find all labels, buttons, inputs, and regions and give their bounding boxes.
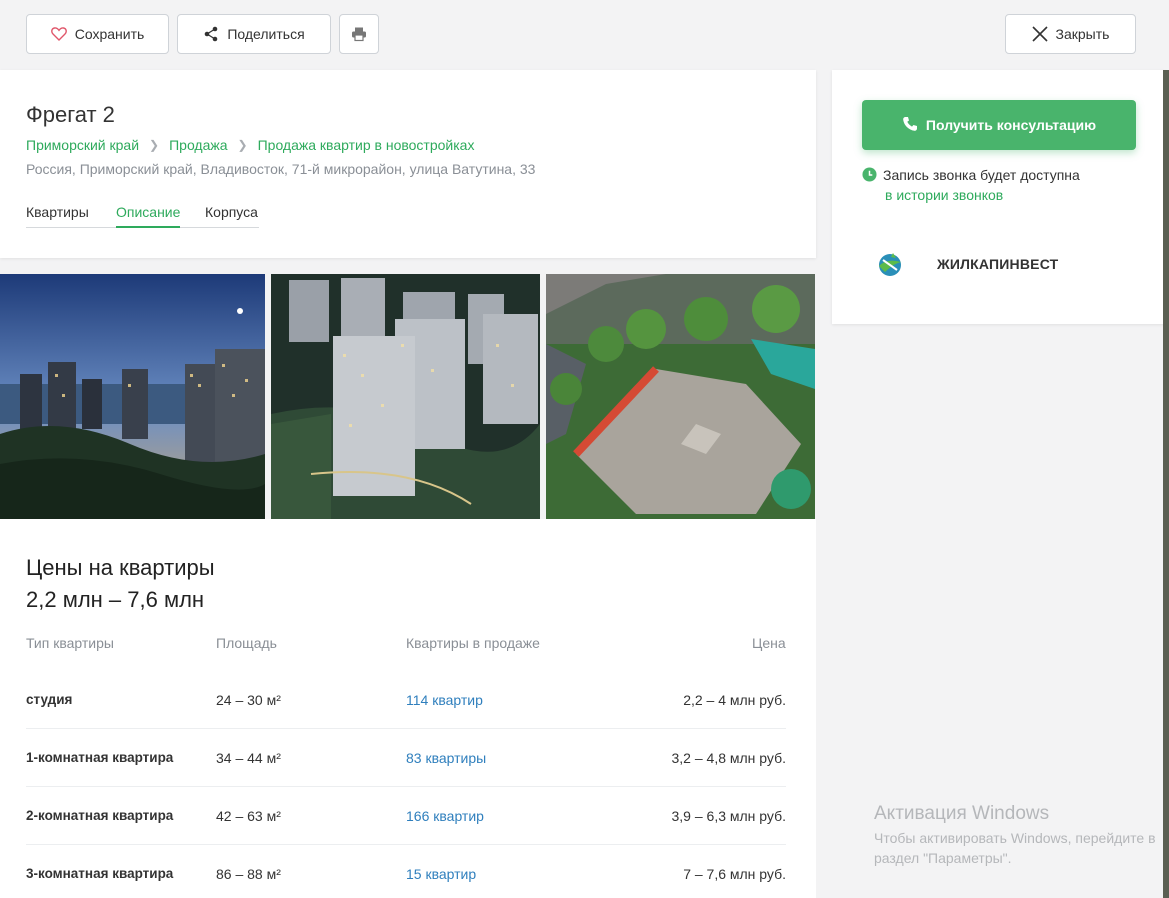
row-type: 1-комнатная квартира: [26, 750, 174, 765]
prices-heading: Цены на квартиры 2,2 млн – 7,6 млн: [26, 552, 215, 616]
background-edge: [1163, 70, 1169, 898]
page-title: Фрегат 2: [26, 102, 115, 127]
row-price: 7 – 7,6 млн руб.: [683, 866, 786, 882]
developer-name[interactable]: ЖИЛКАПИНВЕСТ: [937, 256, 1058, 272]
column-header-type: Тип квартиры: [26, 635, 114, 651]
tab-buildings[interactable]: Корпуса: [205, 204, 258, 228]
row-count-link[interactable]: 166 квартир: [406, 808, 484, 824]
save-label: Сохранить: [74, 26, 145, 42]
heart-icon: [50, 27, 67, 41]
row-type: 2-комнатная квартира: [26, 808, 174, 823]
table-row: студия 24 – 30 м² 114 квартир 2,2 – 4 мл…: [26, 671, 786, 729]
breadcrumb-sale[interactable]: Продажа: [169, 137, 227, 153]
consultation-label: Получить консультацию: [925, 117, 1097, 133]
get-consultation-button[interactable]: Получить консультацию: [862, 100, 1136, 150]
tab-apartments[interactable]: Квартиры: [26, 204, 89, 228]
chevron-right-icon: ❯: [237, 138, 248, 152]
close-icon: [1031, 26, 1048, 42]
tab-description[interactable]: Описание: [116, 204, 181, 228]
share-icon: [203, 26, 219, 42]
save-button[interactable]: Сохранить: [26, 14, 169, 54]
column-header-count: Квартиры в продаже: [406, 635, 540, 651]
row-count-link[interactable]: 15 квартир: [406, 866, 476, 882]
row-count-link[interactable]: 83 квартиры: [406, 750, 486, 766]
table-row: 3-комнатная квартира 86 – 88 м² 15 кварт…: [26, 845, 786, 898]
printer-icon: [351, 26, 367, 42]
share-label: Поделиться: [227, 26, 305, 42]
tab-bar: Квартиры Описание Корпуса: [26, 204, 259, 228]
breadcrumb-region[interactable]: Приморский край: [26, 137, 139, 153]
column-header-price: Цена: [752, 635, 786, 651]
row-area: 24 – 30 м²: [216, 692, 281, 708]
close-button[interactable]: Закрыть: [1005, 14, 1136, 54]
row-price: 2,2 – 4 млн руб.: [683, 692, 786, 708]
photo-towers-aerial[interactable]: [271, 274, 540, 519]
photo-sports-ground[interactable]: [546, 274, 815, 519]
row-count-link[interactable]: 114 квартир: [406, 692, 483, 708]
prices-heading-text: Цены на квартиры: [26, 555, 215, 580]
developer-logo: [875, 250, 905, 280]
call-record-note: Запись звонка будет доступна: [862, 167, 1080, 185]
row-area: 86 – 88 м²: [216, 866, 281, 882]
call-history-link[interactable]: в истории звонков: [885, 187, 1003, 203]
row-area: 42 – 63 м²: [216, 808, 281, 824]
print-button[interactable]: [339, 14, 379, 54]
row-price: 3,9 – 6,3 млн руб.: [671, 808, 787, 824]
breadcrumb-new-buildings[interactable]: Продажа квартир в новостройках: [258, 137, 475, 153]
photo-night-skyline[interactable]: [0, 274, 265, 519]
clock-icon: [862, 167, 877, 185]
table-row: 1-комнатная квартира 34 – 44 м² 83 кварт…: [26, 729, 786, 787]
prices-range: 2,2 млн – 7,6 млн: [26, 587, 205, 612]
address: Россия, Приморский край, Владивосток, 71…: [26, 161, 536, 177]
windows-activation-text: Чтобы активировать Windows, перейдите в …: [874, 830, 1156, 866]
row-type: 3-комнатная квартира: [26, 866, 174, 881]
column-header-area: Площадь: [216, 635, 277, 651]
breadcrumb: Приморский край ❯ Продажа ❯ Продажа квар…: [26, 137, 474, 153]
table-row: 2-комнатная квартира 42 – 63 м² 166 квар…: [26, 787, 786, 845]
row-area: 34 – 44 м²: [216, 750, 281, 766]
row-price: 3,2 – 4,8 млн руб.: [671, 750, 787, 766]
row-type: студия: [26, 692, 73, 707]
call-record-text: Запись звонка будет доступна: [883, 167, 1080, 183]
chevron-right-icon: ❯: [149, 138, 160, 152]
share-button[interactable]: Поделиться: [177, 14, 331, 54]
close-label: Закрыть: [1055, 26, 1110, 42]
phone-icon: [902, 116, 918, 135]
windows-activation-title: Активация Windows: [874, 803, 1050, 824]
